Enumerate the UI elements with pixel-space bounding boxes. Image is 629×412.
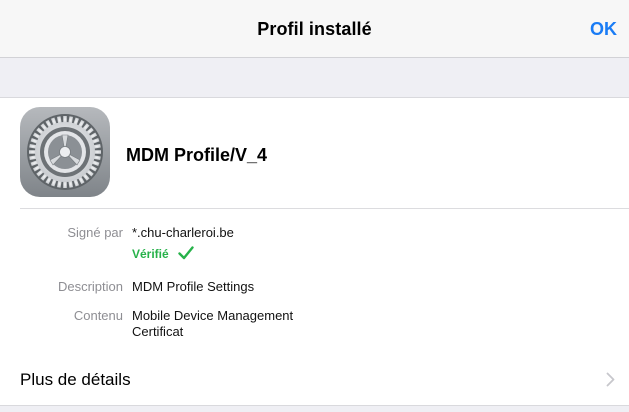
ok-button[interactable]: OK	[590, 19, 617, 40]
verified-status: Vérifié	[132, 246, 194, 261]
profile-header: MDM Profile/V_4	[0, 98, 629, 209]
page-title: Profil installé	[257, 19, 372, 39]
contents-item: Mobile Device Management	[132, 308, 294, 323]
settings-gear-icon	[20, 107, 110, 197]
more-details-row[interactable]: Plus de détails	[0, 353, 629, 405]
contents-value: Mobile Device Management Certificat	[132, 308, 293, 340]
signed-by-value: *.chu-charleroi.be	[132, 225, 234, 240]
checkmark-icon	[178, 246, 194, 260]
contents-item: Certificat	[132, 324, 184, 339]
profile-installed-screen: Profil installé OK MDM Profile/V_4 Signé…	[0, 0, 629, 412]
chevron-right-icon	[606, 372, 615, 387]
description-value: MDM Profile Settings	[132, 279, 255, 294]
contents-label: Contenu	[73, 308, 123, 323]
section-spacer-bottom	[0, 405, 629, 412]
section-spacer	[0, 58, 629, 98]
more-details-label: Plus de détails	[20, 370, 131, 389]
description-label: Description	[57, 279, 123, 294]
signed-by-label: Signé par	[67, 225, 123, 240]
header-divider	[20, 208, 629, 209]
verified-label: Vérifié	[132, 247, 169, 261]
navigation-bar: Profil installé OK	[0, 0, 629, 58]
profile-name: MDM Profile/V_4	[126, 145, 268, 165]
